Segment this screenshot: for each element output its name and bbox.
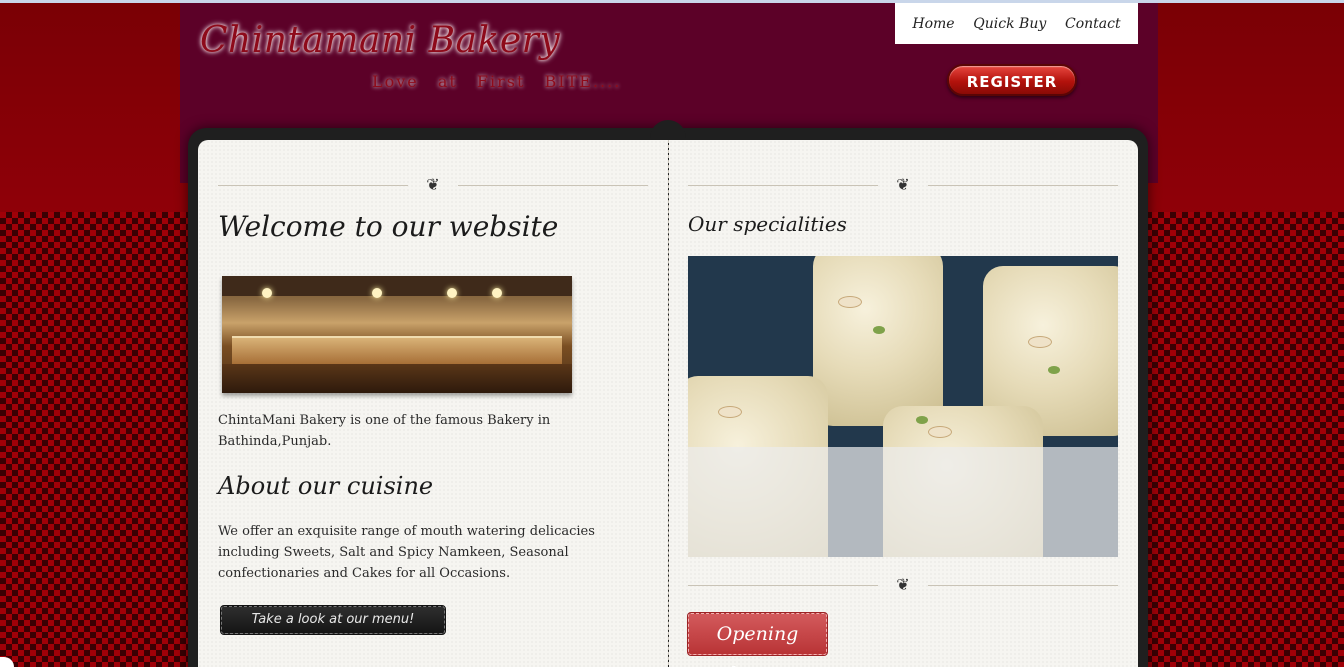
page-divider — [668, 140, 670, 667]
almond-garnish — [838, 296, 862, 308]
divider-line — [688, 184, 878, 186]
top-navigation: Home Quick Buy Contact — [895, 3, 1138, 44]
specialities-heading: Our specialities — [688, 212, 847, 236]
pistachio-garnish — [873, 326, 885, 334]
flourish-icon: ❦ — [426, 175, 440, 194]
divider-line — [928, 584, 1118, 586]
divider-line — [928, 184, 1118, 186]
opening-hours-button[interactable]: Opening hours — [687, 612, 828, 667]
lamp-icon — [262, 288, 272, 298]
register-button[interactable]: REGISTER — [947, 64, 1077, 96]
about-heading: About our cuisine — [218, 472, 434, 500]
bakery-interior-image — [222, 276, 572, 393]
divider-line — [458, 184, 648, 186]
lamp-icon — [372, 288, 382, 298]
almond-garnish — [718, 406, 742, 418]
flourish-icon: ❦ — [896, 575, 910, 594]
image-caption-overlay — [688, 447, 1118, 557]
ornament-divider: ❦ — [218, 177, 648, 193]
site-logo-title[interactable]: Chintamani Bakery — [200, 20, 560, 61]
image-counter — [232, 336, 562, 366]
almond-garnish — [928, 426, 952, 438]
lamp-icon — [492, 288, 502, 298]
almond-garnish — [1028, 336, 1052, 348]
nav-quick-buy[interactable]: Quick Buy — [973, 16, 1046, 32]
nav-contact[interactable]: Contact — [1065, 16, 1121, 32]
ornament-divider: ❦ — [688, 177, 1118, 193]
lamp-icon — [447, 288, 457, 298]
pistachio-garnish — [916, 416, 928, 424]
pistachio-garnish — [1048, 366, 1060, 374]
intro-text: ChintaMani Bakery is one of the famous B… — [218, 413, 551, 449]
site-tagline: Love at First BITE.... — [372, 72, 622, 91]
ornament-divider: ❦ — [688, 577, 1118, 593]
nav-home[interactable]: Home — [912, 16, 954, 32]
image-ceiling — [222, 276, 572, 296]
image-floor — [222, 364, 572, 393]
specialities-image[interactable] — [688, 256, 1118, 557]
menu-button[interactable]: Take a look at our menu! — [220, 605, 446, 635]
divider-line — [218, 184, 408, 186]
sweet-piece — [813, 256, 943, 426]
flourish-icon: ❦ — [896, 175, 910, 194]
divider-line — [688, 584, 878, 586]
about-text: We offer an exquisite range of mouth wat… — [218, 524, 595, 581]
welcome-heading: Welcome to our website — [218, 210, 559, 243]
